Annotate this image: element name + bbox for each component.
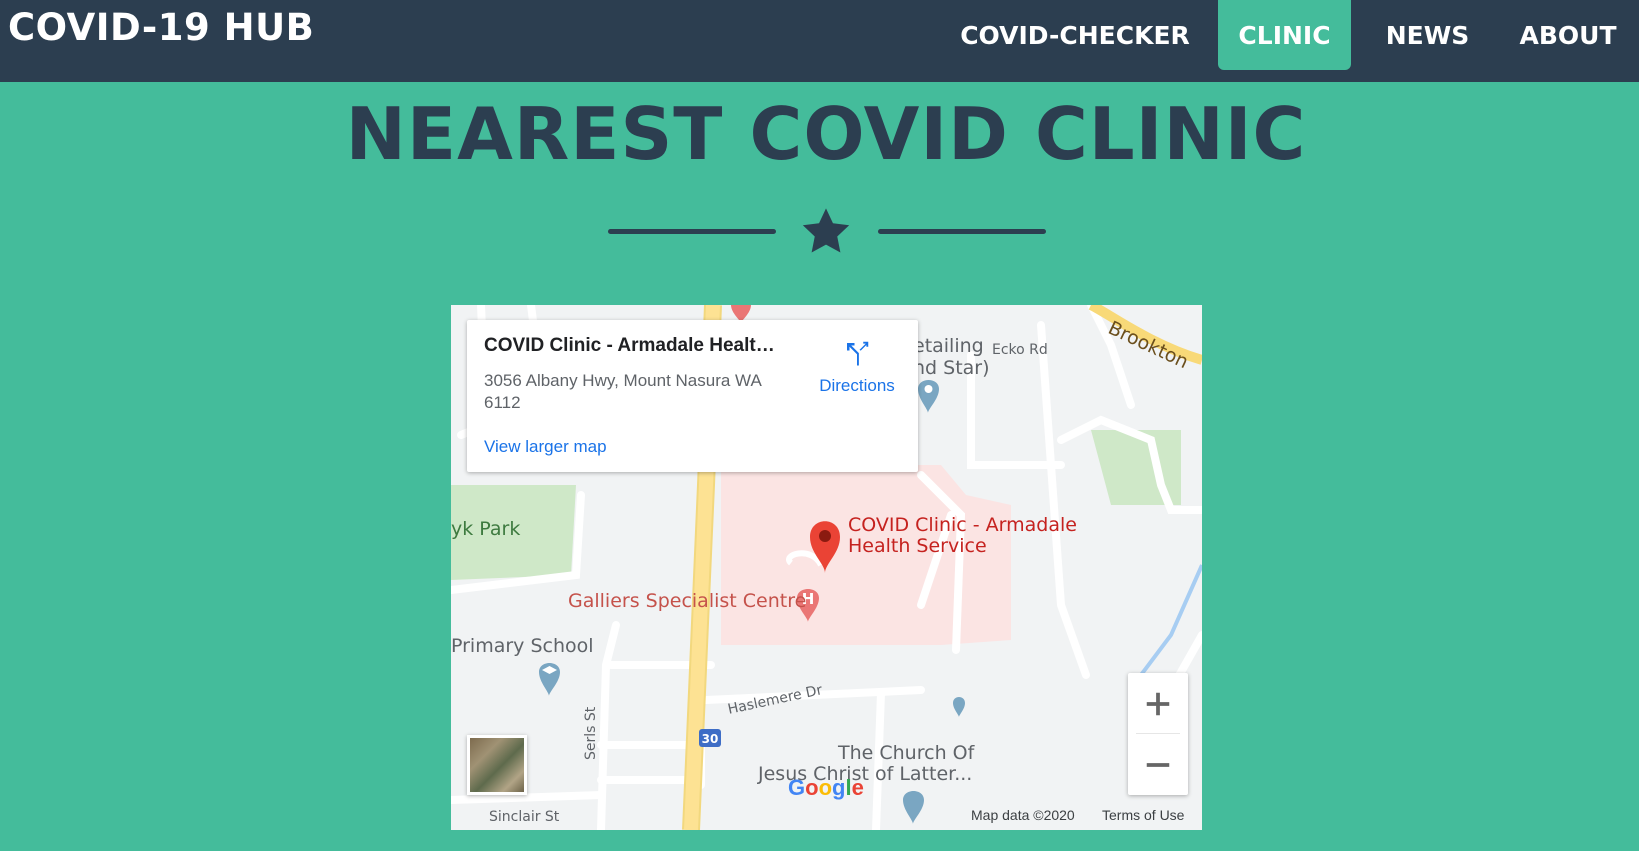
map-label-and-star: nd Star) — [913, 357, 990, 379]
nav-clinic[interactable]: CLINIC — [1218, 0, 1351, 70]
divider-line-left — [608, 229, 776, 234]
map-label-church-1: The Church Of — [838, 742, 975, 764]
directions-button[interactable]: Directions — [807, 338, 907, 398]
satellite-toggle-button[interactable] — [467, 735, 527, 795]
nav-covid-checker[interactable]: COVID-CHECKER — [948, 0, 1202, 70]
map-label-park: yk Park — [451, 518, 521, 540]
google-logo: Google — [788, 775, 864, 800]
divider-line-right — [878, 229, 1046, 234]
marker-label[interactable]: COVID Clinic - Armadale Health Service — [848, 515, 1088, 557]
map-data-attribution: Map data ©2020 — [971, 807, 1075, 823]
street-label-ecko-rd: Ecko Rd — [992, 342, 1048, 358]
directions-icon — [847, 341, 869, 366]
zoom-in-button[interactable] — [1128, 673, 1188, 734]
plus-icon — [1146, 692, 1170, 715]
map-label-primary-school: Primary School — [451, 635, 594, 657]
page-title: NEAREST COVID CLINIC — [345, 92, 1307, 176]
star-icon — [802, 208, 850, 253]
brand-logo[interactable]: COVID-19 HUB — [8, 6, 314, 49]
place-address: 3056 Albany Hwy, Mount Nasura WA 6112 — [484, 371, 761, 412]
view-larger-map-link[interactable]: View larger map — [484, 437, 607, 457]
zoom-out-button[interactable] — [1128, 734, 1188, 795]
top-navbar: COVID-19 HUB COVID-CHECKER CLINIC NEWS A… — [0, 0, 1639, 82]
place-info-card: COVID Clinic - Armadale Health Service 3… — [467, 320, 918, 472]
place-name: COVID Clinic - Armadale Health Service — [484, 335, 784, 356]
highway-shield-label: 30 — [702, 732, 719, 746]
minus-icon — [1146, 762, 1170, 767]
terms-of-use-link[interactable]: Terms of Use — [1102, 807, 1184, 823]
directions-label: Directions — [819, 376, 895, 395]
map-label-galliers: Galliers Specialist Centre — [568, 590, 807, 612]
zoom-controls — [1128, 673, 1188, 795]
map-label-retailing: etailing — [913, 335, 984, 357]
street-label-sinclair: Sinclair St — [489, 809, 560, 825]
embedded-map[interactable]: 30 H etailing nd Star) Ecko Rd Brookton … — [451, 305, 1202, 830]
nav-news[interactable]: NEWS — [1370, 0, 1485, 70]
nav-about[interactable]: ABOUT — [1503, 0, 1633, 70]
street-label-serls: Serls St — [583, 706, 599, 760]
